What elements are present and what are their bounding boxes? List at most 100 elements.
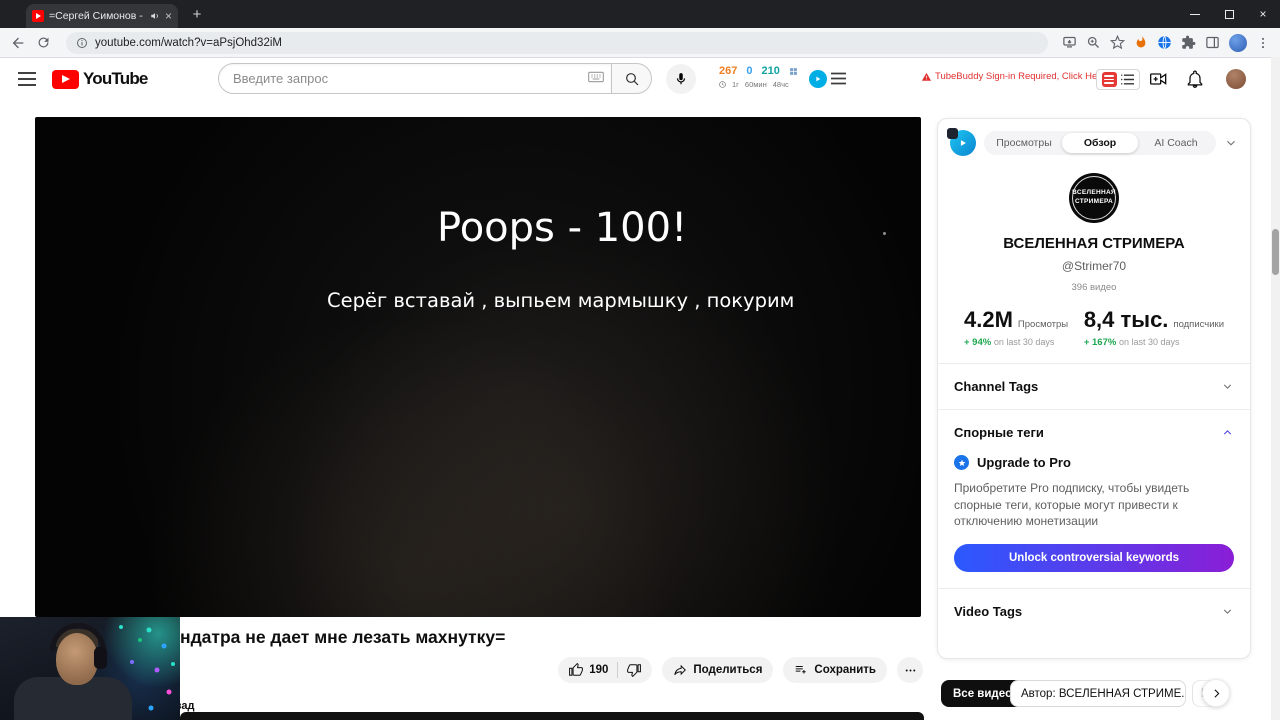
tubebuddy-icon <box>1101 72 1117 87</box>
notifications-bell-icon[interactable] <box>1185 69 1205 89</box>
subscribers-stat: 8,4 тыс. подписчики + 167% on last 30 da… <box>1084 307 1224 348</box>
vidiq-panel: Просмотры Обзор AI Coach ВСЕЛЕННАЯ СТРИМ… <box>937 118 1251 659</box>
minimize-button[interactable] <box>1178 0 1212 28</box>
browser-navbar: youtube.com/watch?v=aPsjOhd32iM <box>0 28 1280 58</box>
more-horizontal-icon <box>905 669 915 671</box>
share-button[interactable]: Поделиться <box>662 657 774 683</box>
youtube-profile-avatar[interactable] <box>1226 69 1246 89</box>
vidiq-time-2: 60мин <box>744 80 767 89</box>
views-label: Просмотры <box>1017 319 1069 330</box>
like-dislike-pill: 190 <box>558 657 653 683</box>
globe-extension-icon[interactable] <box>1157 35 1172 50</box>
page-scrollbar[interactable] <box>1271 57 1280 720</box>
vidiq-extension-icon[interactable] <box>809 70 827 88</box>
headphones-earcup <box>94 647 107 669</box>
browser-profile-avatar[interactable] <box>1229 33 1247 52</box>
browser-extensions <box>1062 33 1270 52</box>
share-label: Поделиться <box>693 664 763 676</box>
guide-menu-icon[interactable] <box>18 72 36 86</box>
description-bar[interactable] <box>180 712 924 720</box>
youtube-logo-text: YouTube <box>83 69 148 88</box>
vidiq-stat-comments: 0 <box>746 65 753 77</box>
browser-titlebar: =Сергей Симонов - Онда × + × <box>0 0 1280 28</box>
video-player[interactable]: Poops - 100! Серёг вставай , выпьем марм… <box>35 117 921 617</box>
browser-tab[interactable]: =Сергей Симонов - Онда × <box>26 4 178 28</box>
tab-title: =Сергей Симонов - Онда <box>49 10 145 22</box>
youtube-favicon-icon <box>32 10 44 22</box>
site-info-icon[interactable] <box>76 37 88 49</box>
channel-stats: 4.2M Просмотры + 94% on last 30 days 8,4… <box>938 307 1250 348</box>
reload-icon[interactable] <box>36 35 52 51</box>
channel-handle: @Strimer70 <box>1061 259 1127 273</box>
save-page-icon[interactable] <box>1062 35 1077 50</box>
more-actions-button[interactable] <box>897 657 923 683</box>
tubebuddy-toolbar[interactable] <box>1096 69 1140 90</box>
search-input[interactable] <box>218 63 612 94</box>
grid-icon <box>789 67 797 75</box>
voice-search-button[interactable] <box>666 64 696 94</box>
subs-period: on last 30 days <box>1118 337 1180 347</box>
controversial-tags-label: Спорные теги <box>954 425 1044 440</box>
views-period: on last 30 days <box>993 337 1055 347</box>
tab-ai-coach[interactable]: AI Coach <box>1138 133 1214 153</box>
search-button[interactable] <box>612 63 652 94</box>
thumb-down-icon <box>627 664 642 677</box>
maximize-button[interactable] <box>1212 0 1246 28</box>
chevron-up-icon <box>1223 430 1232 435</box>
video-speck <box>883 232 886 235</box>
panel-collapse-icon[interactable] <box>1224 136 1238 150</box>
url-text: youtube.com/watch?v=aPsjOhd32iM <box>95 36 282 49</box>
save-label: Сохранить <box>814 664 876 676</box>
vidiq-menu-icon[interactable] <box>831 72 846 85</box>
fire-extension-icon[interactable] <box>1134 35 1148 50</box>
side-panel-icon[interactable] <box>1205 35 1220 50</box>
unlock-keywords-button[interactable]: Unlock controversial keywords <box>954 543 1234 572</box>
bookmark-star-icon[interactable] <box>1110 35 1125 50</box>
save-button[interactable]: Сохранить <box>783 657 887 683</box>
vidiq-tabs: Просмотры Обзор AI Coach <box>984 131 1216 155</box>
chips-next-button[interactable] <box>1202 679 1230 707</box>
vidiq-stat-views: 267 <box>719 65 738 77</box>
upgrade-pro-description: Приобретите Pro подписку, чтобы увидеть … <box>954 481 1190 529</box>
youtube-header: YouTube 267 0 210 1г 60мин <box>0 59 1280 100</box>
upgrade-pro-title: Upgrade to Pro <box>977 455 1071 470</box>
vidiq-stat-likes: 210 <box>761 65 780 77</box>
vidiq-logo-icon[interactable] <box>947 128 976 156</box>
youtube-logo[interactable]: YouTube <box>52 69 148 89</box>
tab-overview[interactable]: Обзор <box>1062 133 1138 153</box>
browser-menu-icon[interactable] <box>1256 36 1270 50</box>
channel-video-count: 396 видео <box>1071 282 1117 293</box>
upgrade-pro-row: Upgrade to Pro <box>954 455 1234 470</box>
video-title: ндатра не дает мне лезать махнутку= <box>180 627 506 647</box>
controversial-tags-section[interactable]: Спорные теги <box>938 410 1250 455</box>
subs-delta: + 167% <box>1083 337 1117 348</box>
list-icon <box>1121 74 1135 85</box>
tab-close-icon[interactable]: × <box>165 10 172 22</box>
avatar-text-line1: ВСЕЛЕННАЯ <box>1072 189 1116 197</box>
speaker-icon[interactable] <box>150 11 160 21</box>
chip-author[interactable]: Автор: ВСЕЛЕННАЯ СТРИМЕ... <box>1010 680 1186 707</box>
video-tags-section[interactable]: Video Tags <box>938 589 1250 634</box>
channel-avatar[interactable]: ВСЕЛЕННАЯ СТРИМЕРА <box>1069 173 1119 223</box>
subs-value: 8,4 тыс. <box>1083 307 1169 332</box>
back-icon[interactable] <box>10 35 26 51</box>
address-bar[interactable]: youtube.com/watch?v=aPsjOhd32iM <box>66 31 1048 54</box>
extensions-puzzle-icon[interactable] <box>1181 35 1196 50</box>
vidiq-header-stats: 267 0 210 1г 60мин 48чс <box>719 65 805 89</box>
views-value: 4.2M <box>964 307 1013 332</box>
keyboard-icon[interactable] <box>588 71 604 83</box>
video-overlay-subtitle: Серёг вставай , выпьем мармышку , покури… <box>327 289 795 312</box>
like-button[interactable]: 190 <box>569 663 608 677</box>
channel-tags-section[interactable]: Channel Tags <box>938 364 1250 409</box>
window-close-button[interactable]: × <box>1246 0 1280 28</box>
tubebuddy-warning[interactable]: TubeBuddy Sign-in Required, Click Here <box>921 71 1106 82</box>
create-video-icon[interactable] <box>1148 69 1170 89</box>
led-lights <box>0 617 2 619</box>
scrollbar-thumb[interactable] <box>1272 229 1279 275</box>
dislike-button[interactable] <box>627 663 642 677</box>
avatar-text-line2: СТРИМЕРА <box>1074 198 1114 205</box>
chevron-right-icon <box>1213 688 1219 698</box>
new-tab-button[interactable]: + <box>188 5 206 23</box>
zoom-icon[interactable] <box>1086 35 1101 50</box>
tab-views[interactable]: Просмотры <box>986 133 1062 153</box>
